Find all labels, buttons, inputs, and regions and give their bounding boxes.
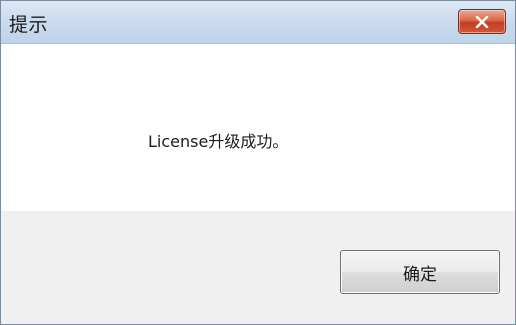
button-bar: 确定 bbox=[1, 211, 515, 324]
dialog-title: 提示 bbox=[9, 14, 49, 36]
close-icon bbox=[475, 15, 489, 28]
title-bar[interactable]: 提示 bbox=[1, 1, 515, 44]
message-dialog: 提示 License升级成功。 确定 bbox=[0, 0, 516, 325]
ok-button[interactable]: 确定 bbox=[340, 250, 500, 294]
message-text: License升级成功。 bbox=[148, 132, 289, 151]
close-button[interactable] bbox=[458, 9, 506, 34]
message-area: License升级成功。 bbox=[1, 44, 515, 211]
